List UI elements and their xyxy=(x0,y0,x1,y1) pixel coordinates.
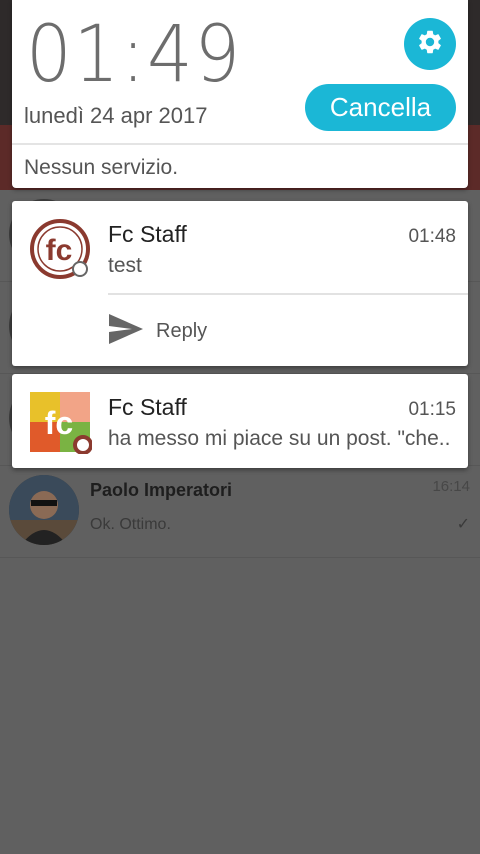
clock: 01:49 xyxy=(26,10,243,100)
fc-app-icon: fc xyxy=(28,390,93,455)
notification-title: Fc Staff xyxy=(108,221,187,247)
notification-title: Fc Staff xyxy=(108,394,187,420)
svg-text:fc: fc xyxy=(46,234,73,267)
notification-shade-header: 01:49 lunedì 24 apr 2017 Cancella Nessun… xyxy=(12,0,468,188)
conversation-last-message: Ok. Ottimo. xyxy=(90,516,171,533)
conversation-time: 16:14 xyxy=(432,478,470,495)
reply-button[interactable]: Reply xyxy=(108,309,228,353)
network-status: Nessun servizio. xyxy=(24,156,179,179)
clear-all-button[interactable]: Cancella xyxy=(305,84,456,131)
notification-card[interactable]: fc Fc Staff 01:48 test Reply xyxy=(12,201,468,366)
gear-icon xyxy=(416,28,444,61)
notification-divider xyxy=(108,293,468,295)
send-icon xyxy=(108,313,144,350)
notification-text: ha messo mi piace su un post. "che.. xyxy=(108,427,451,450)
notification-card[interactable]: fc Fc Staff 01:15 ha messo mi piace su u… xyxy=(12,374,468,468)
notification-time: 01:48 xyxy=(408,226,456,247)
conversation-name: Paolo Imperatori xyxy=(90,480,233,500)
header-divider xyxy=(12,143,468,145)
notification-text: test xyxy=(108,254,142,277)
fc-app-icon: fc xyxy=(28,217,92,281)
avatar xyxy=(9,475,79,545)
read-check-icon: ✓ xyxy=(456,516,470,533)
notification-time: 01:15 xyxy=(408,399,456,420)
svg-text:fc: fc xyxy=(45,405,73,441)
date[interactable]: lunedì 24 apr 2017 xyxy=(24,103,208,129)
reply-label: Reply xyxy=(156,319,208,342)
settings-button[interactable] xyxy=(404,18,456,70)
conversation-row[interactable]: Paolo Imperatori 16:14 Ok. Ottimo. ✓ xyxy=(0,466,480,558)
